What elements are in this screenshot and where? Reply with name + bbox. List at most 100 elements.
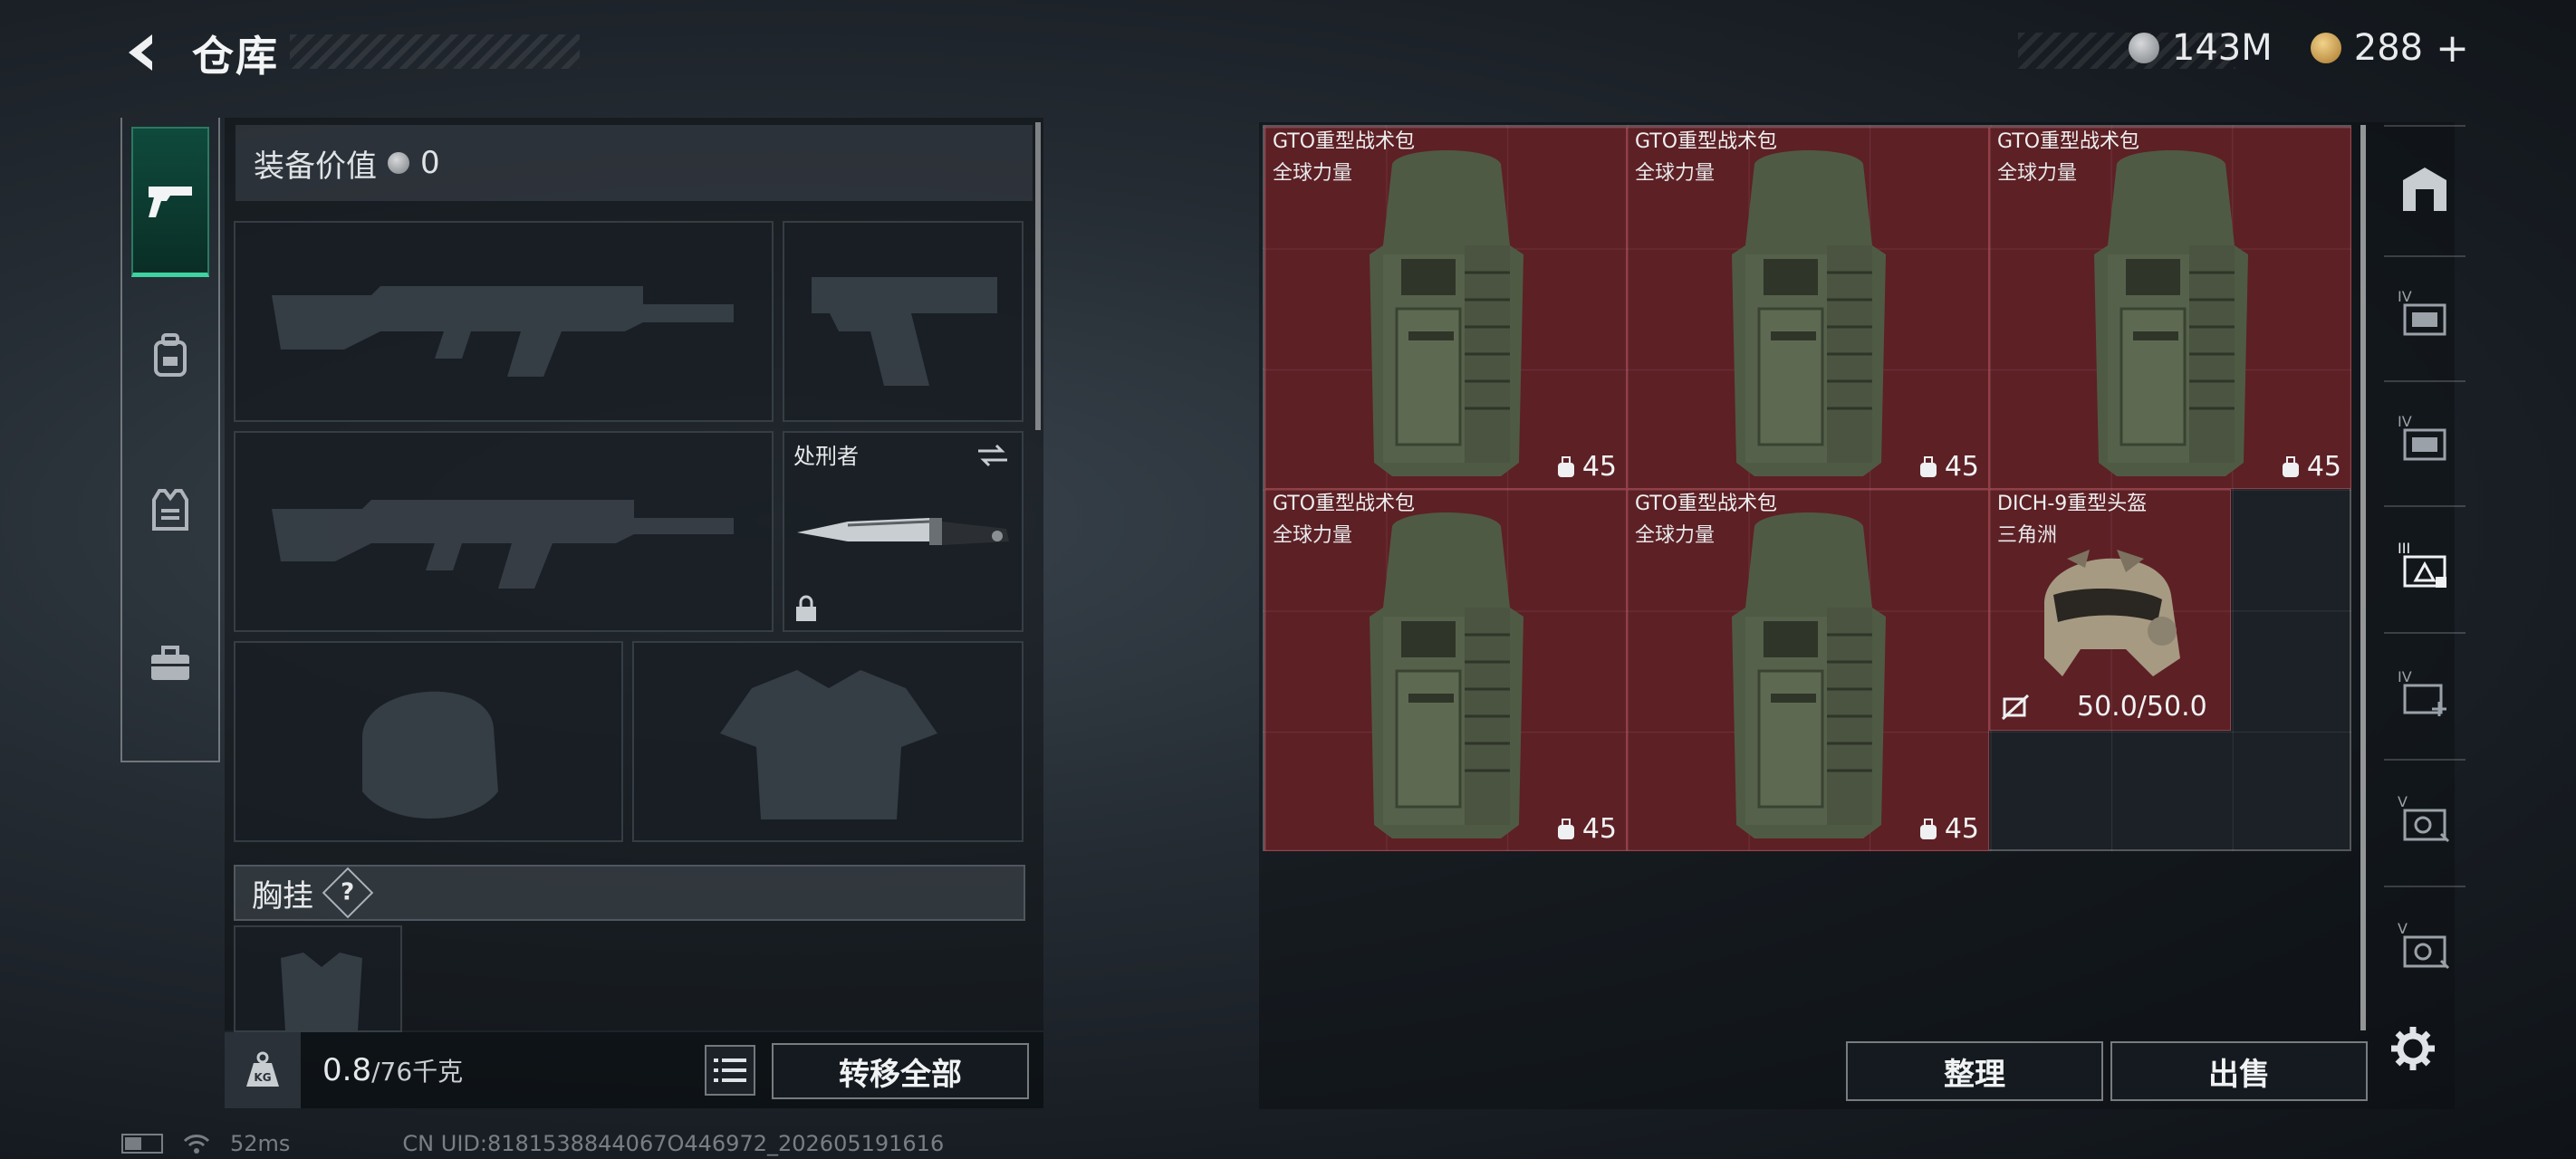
item-capacity: 45	[1918, 451, 1979, 483]
transfer-all-button[interactable]: 转移全部	[772, 1043, 1029, 1099]
safe-container-icon: V	[2398, 793, 2450, 843]
tool-divider	[2384, 380, 2465, 382]
tool-container-6[interactable]: V	[2393, 913, 2456, 976]
vest-icon	[152, 489, 188, 531]
tool-container-2[interactable]: IV	[2393, 406, 2456, 469]
tool-storage-overview[interactable]	[2393, 158, 2456, 221]
container-tier: V	[2398, 920, 2408, 937]
backpack-image	[2094, 150, 2248, 476]
tool-container-4[interactable]: IV	[2393, 661, 2456, 724]
chest-rig-header: 胸挂 ?	[234, 865, 1025, 921]
armor-silhouette-icon	[720, 670, 937, 819]
item-capacity-value: 45	[1944, 813, 1979, 845]
item-tag: 全球力量	[1635, 524, 1716, 547]
back-button[interactable]	[116, 25, 170, 80]
list-view-button[interactable]	[705, 1045, 755, 1096]
sell-button[interactable]: 出售	[2110, 1041, 2368, 1101]
swap-icon[interactable]	[975, 442, 1011, 469]
pistol-silhouette-icon	[812, 277, 997, 386]
equipment-value-label: 装备价值	[254, 148, 377, 185]
storage-item-backpack[interactable]: GTO重型战术包 全球力量 45	[1989, 127, 2351, 489]
tool-divider	[2384, 505, 2465, 507]
container-icon: IV	[2398, 288, 2446, 336]
item-capacity: 45	[1555, 813, 1617, 845]
container-icon: IV	[2398, 413, 2446, 461]
backpack-image	[1732, 512, 1886, 838]
gear-icon	[2391, 1027, 2435, 1070]
wifi-icon	[183, 1135, 210, 1154]
item-capacity: 45	[1918, 813, 1979, 845]
secondary-weapon-slot[interactable]	[234, 431, 774, 632]
item-capacity: 45	[2280, 451, 2341, 483]
storage-item-backpack[interactable]: GTO重型战术包 全球力量 45	[1264, 127, 1627, 489]
nav-item-vest[interactable]	[131, 435, 209, 585]
melee-slot[interactable]: 处刑者	[783, 431, 1024, 632]
currency-gold-amount: 288	[2353, 27, 2424, 69]
help-button[interactable]: ?	[322, 867, 374, 919]
equipment-scrollbar[interactable]	[1035, 122, 1041, 430]
container-tier: IV	[2398, 288, 2412, 305]
weight-current: 0.8	[322, 1052, 372, 1088]
helmet-slot[interactable]	[234, 641, 623, 842]
weight-icon-label: KG	[254, 1071, 271, 1084]
item-capacity-value: 45	[1944, 451, 1979, 483]
briefcase-icon	[151, 646, 189, 680]
capacity-backpack-icon	[1919, 818, 1937, 839]
pistol-icon	[149, 186, 192, 217]
capacity-backpack-icon	[2282, 455, 2299, 477]
organize-button[interactable]: 整理	[1846, 1041, 2103, 1101]
rifle-silhouette-icon	[272, 500, 734, 589]
add-currency-button[interactable]: +	[2436, 25, 2469, 72]
back-arrow-icon	[129, 34, 152, 71]
nav-item-weapons[interactable]	[131, 127, 209, 277]
primary-weapon-slot[interactable]	[234, 221, 774, 422]
item-tag: 全球力量	[1635, 162, 1716, 185]
backpack-image	[1732, 150, 1886, 476]
storage-item-helmet[interactable]: DICH-9重型头盔 三角洲 50.0/50.0	[1989, 489, 2231, 731]
weight-bar: KG 0.8/76千克 转移全部	[225, 1032, 1043, 1108]
chest-rig-slot[interactable]	[234, 925, 402, 1032]
title-decoration	[290, 34, 580, 69]
storage-item-backpack[interactable]: GTO重型战术包 全球力量 45	[1627, 127, 1989, 489]
currency-display: 143M 288 +	[2128, 25, 2469, 72]
equipment-value-bar: 装备价值 0	[235, 125, 1033, 201]
tool-container-5[interactable]: V	[2393, 786, 2456, 849]
medical-container-icon: IV	[2398, 668, 2446, 716]
uid-text: CN UID:8181538844067O446972_202605191616	[402, 1131, 945, 1156]
left-nav	[120, 118, 220, 762]
nav-item-case[interactable]	[131, 589, 209, 739]
silver-coin-icon	[388, 152, 409, 174]
sidearm-slot[interactable]	[783, 221, 1024, 422]
tool-divider	[2384, 759, 2465, 761]
item-capacity-value: 45	[1581, 813, 1617, 845]
tool-container-1[interactable]: IV	[2393, 281, 2456, 344]
container-active-icon: III	[2398, 540, 2446, 588]
backpack-image	[1370, 512, 1523, 838]
status-bar: 52ms CN UID:8181538844067O446972_2026051…	[121, 1130, 944, 1157]
item-durability: 50.0/50.0	[2077, 691, 2207, 723]
list-icon	[714, 1058, 746, 1082]
tool-container-active[interactable]: III	[2393, 532, 2456, 596]
item-tag: 全球力量	[1273, 162, 1353, 185]
item-name: DICH-9重型头盔	[1997, 493, 2148, 515]
tools-column: IV IV III IV V V	[2360, 125, 2465, 1030]
nav-item-gear[interactable]	[131, 281, 209, 431]
chest-rig-label: 胸挂	[252, 877, 313, 915]
capacity-backpack-icon	[1557, 455, 1574, 477]
item-capacity-value: 45	[2306, 451, 2341, 483]
weight-readout: 0.8/76千克	[322, 1052, 463, 1088]
melee-name: 处刑者	[793, 444, 859, 469]
storage-item-backpack[interactable]: GTO重型战术包 全球力量 45	[1627, 489, 1989, 851]
storage-overview-icon	[2403, 168, 2446, 211]
page-title: 仓库	[192, 32, 279, 81]
currency-silver-amount: 143M	[2171, 27, 2273, 69]
gold-coin-icon	[2310, 33, 2341, 63]
knife-icon	[797, 518, 1009, 545]
armor-slot[interactable]	[632, 641, 1024, 842]
tool-divider	[2384, 632, 2465, 634]
storage-grid: GTO重型战术包 全球力量 45 GTO重型战术包 全球力量 45 GTO重型战…	[1263, 125, 2351, 851]
settings-button[interactable]	[2384, 1020, 2442, 1078]
storage-item-backpack[interactable]: GTO重型战术包 全球力量 45	[1264, 489, 1627, 851]
silver-coin-icon	[2128, 33, 2159, 63]
container-tier: V	[2398, 793, 2408, 810]
